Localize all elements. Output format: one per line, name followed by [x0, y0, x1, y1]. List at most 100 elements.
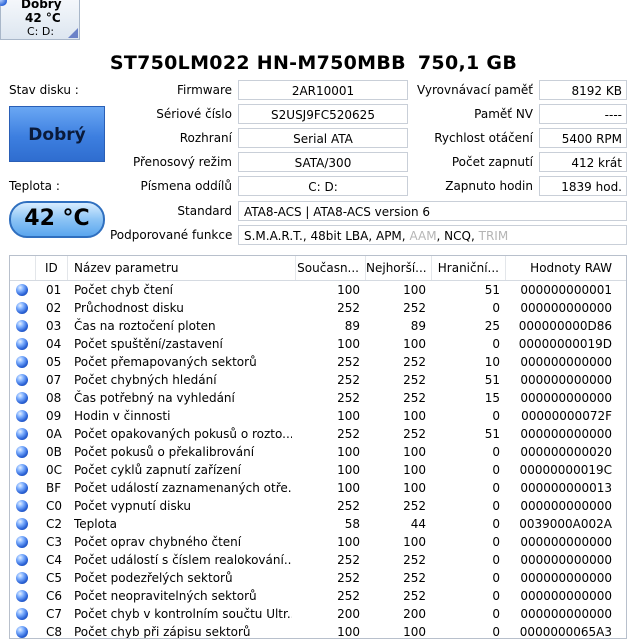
- cell-name: Počet chyb čtení: [74, 283, 174, 297]
- table-row[interactable]: 04 Počet spuštění/zastavení 100 100 0 0000000…: [10, 335, 626, 353]
- cell-threshold: 0: [492, 553, 500, 567]
- table-row[interactable]: 07 Počet chybných hledání 252 252 51 00000000…: [10, 371, 626, 389]
- column-header-current[interactable]: Současn...: [296, 256, 366, 280]
- power-on-count-value: 412 krát: [539, 152, 627, 172]
- table-row[interactable]: 02 Průchodnost disku 252 252 0 000000000000: [10, 299, 626, 317]
- cell-name: Počet pokusů o překalibrování: [74, 445, 255, 459]
- cell-threshold: 0: [492, 571, 500, 585]
- cell-name: Počet událostí s číslem realokování...: [74, 553, 292, 567]
- cell-id: C8: [46, 625, 63, 639]
- status-ball-icon: [16, 464, 28, 476]
- table-row[interactable]: C8 Počet chyb při zápisu sektorů 100 100 0 00…: [10, 623, 626, 639]
- cell-raw: 000000000020: [520, 445, 612, 459]
- cell-current: 252: [337, 427, 360, 441]
- cell-worst: 100: [403, 337, 426, 351]
- drive-tab-letters: C: D:: [27, 25, 55, 38]
- cell-raw: 000000000001: [520, 283, 612, 297]
- column-header-worst[interactable]: Nejhorší...: [366, 256, 432, 280]
- cell-current: 252: [337, 301, 360, 315]
- cell-id: 0B: [46, 445, 62, 459]
- cell-worst: 252: [403, 373, 426, 387]
- cell-name: Počet spuštění/zastavení: [74, 337, 223, 351]
- status-ball-icon: [16, 518, 28, 530]
- drive-tab[interactable]: Dobrý 42 °C C: D:: [0, 0, 80, 40]
- table-row[interactable]: 09 Hodin v činnosti 100 100 0 00000000072F: [10, 407, 626, 425]
- column-header-status[interactable]: [10, 256, 36, 280]
- column-header-id[interactable]: ID: [36, 256, 68, 280]
- cell-raw: 000000000000: [520, 589, 612, 603]
- disk-capacity: 750,1 GB: [417, 52, 518, 74]
- cell-name: Počet cyklů zapnutí zařízení: [74, 463, 241, 477]
- features-value: S.M.A.R.T., 48bit LBA, APM, AAM, NCQ, TR…: [238, 225, 627, 245]
- cell-current: 100: [337, 463, 360, 477]
- table-row[interactable]: C3 Počet oprav chybného čtení 100 100 0 00000…: [10, 533, 626, 551]
- cell-raw: 000000000013: [520, 481, 612, 495]
- status-ball-icon: [16, 392, 28, 404]
- cell-raw: 000000000000: [520, 373, 612, 387]
- column-header-threshold[interactable]: Hraniční...: [432, 256, 506, 280]
- temperature-display[interactable]: 42 °C: [9, 201, 105, 238]
- cell-worst: 89: [410, 319, 426, 333]
- cell-worst: 100: [403, 283, 426, 297]
- table-row[interactable]: C4 Počet událostí s číslem realokování...…: [10, 551, 626, 569]
- cell-threshold: 0: [492, 625, 500, 639]
- table-row[interactable]: 05 Počet přemapovaných sektorů 252 252 10 000…: [10, 353, 626, 371]
- table-row[interactable]: 03 Čas na roztočení ploten 89 89 25 000000000…: [10, 317, 626, 335]
- cell-raw: 000000000000: [520, 535, 612, 549]
- drive-tab-temperature: 42 °C: [25, 11, 61, 25]
- cell-worst: 252: [403, 553, 426, 567]
- cell-worst: 100: [403, 409, 426, 423]
- cell-worst: 100: [403, 535, 426, 549]
- status-ball-icon: [16, 536, 28, 548]
- cell-current: 100: [337, 481, 360, 495]
- column-header-raw[interactable]: Hodnoty RAW: [506, 256, 618, 280]
- cell-raw: 0000000065A3: [519, 625, 612, 639]
- cell-threshold: 51: [484, 427, 500, 441]
- table-row[interactable]: 0B Počet pokusů o překalibrování 100 100 0 00…: [10, 443, 626, 461]
- standard-label: Standard: [177, 204, 232, 218]
- column-header-name[interactable]: Název parametru: [68, 256, 296, 280]
- table-row[interactable]: BF Počet událostí zaznamenaných otře... 10…: [10, 479, 626, 497]
- cell-name: Teplota: [74, 517, 118, 531]
- table-row[interactable]: C7 Počet chyb v kontrolním součtu Ultr...…: [10, 605, 626, 623]
- cell-raw: 0039000A002A: [519, 517, 612, 531]
- firmware-value: 2AR10001: [238, 80, 408, 100]
- table-row[interactable]: 01 Počet chyb čtení 100 100 51 000000000001: [10, 281, 626, 299]
- status-ball-icon: [16, 320, 28, 332]
- cell-current: 58: [344, 517, 360, 531]
- table-row[interactable]: C2 Teplota 58 44 0 0039000A002A: [10, 515, 626, 533]
- status-ball-icon: [16, 572, 28, 584]
- cell-id: C6: [46, 589, 63, 603]
- table-row[interactable]: C6 Počet neopravitelných sektorů 252 252 0 00…: [10, 587, 626, 605]
- feature-trim: TRIM: [478, 229, 509, 243]
- cell-worst: 100: [403, 625, 426, 639]
- health-label: Stav disku :: [9, 83, 79, 97]
- cell-worst: 44: [410, 517, 426, 531]
- table-row[interactable]: C0 Počet vypnutí disku 252 252 0 000000000000: [10, 497, 626, 515]
- cell-raw: 000000000000: [520, 499, 612, 513]
- status-ball-icon: [16, 356, 28, 368]
- cell-id: 02: [46, 301, 62, 315]
- table-row[interactable]: C5 Počet podezřelých sektorů 252 252 0 000000…: [10, 569, 626, 587]
- features-enabled: S.M.A.R.T., 48bit LBA, APM,: [244, 229, 406, 243]
- table-row[interactable]: 0A Počet opakovaných pokusů o rozto... 252…: [10, 425, 626, 443]
- cell-threshold: 0: [492, 445, 500, 459]
- buffer-size-label: Vyrovnávací paměť: [416, 83, 533, 97]
- smart-attributes-table[interactable]: ID Název parametru Současn... Nejhorší..…: [9, 255, 627, 639]
- cell-raw: 000000000D86: [518, 319, 612, 333]
- cell-current: 252: [337, 391, 360, 405]
- features-label: Podporované funkce: [110, 228, 233, 242]
- table-row[interactable]: 0C Počet cyklů zapnutí zařízení 100 100 0 000…: [10, 461, 626, 479]
- cell-current: 100: [337, 409, 360, 423]
- cell-id: 09: [46, 409, 62, 423]
- cell-id: 07: [46, 373, 62, 387]
- drive-letters-value: C: D:: [238, 176, 408, 196]
- health-status-button[interactable]: Dobrý: [9, 106, 105, 162]
- cell-id: C4: [46, 553, 63, 567]
- table-row[interactable]: 08 Čas potřebný na vyhledání 252 252 15 00000…: [10, 389, 626, 407]
- cell-raw: 000000000000: [520, 607, 612, 621]
- drive-letters-label: Písmena oddílů: [140, 179, 232, 193]
- cell-threshold: 0: [492, 517, 500, 531]
- cell-current: 100: [337, 283, 360, 297]
- cell-id: C2: [46, 517, 63, 531]
